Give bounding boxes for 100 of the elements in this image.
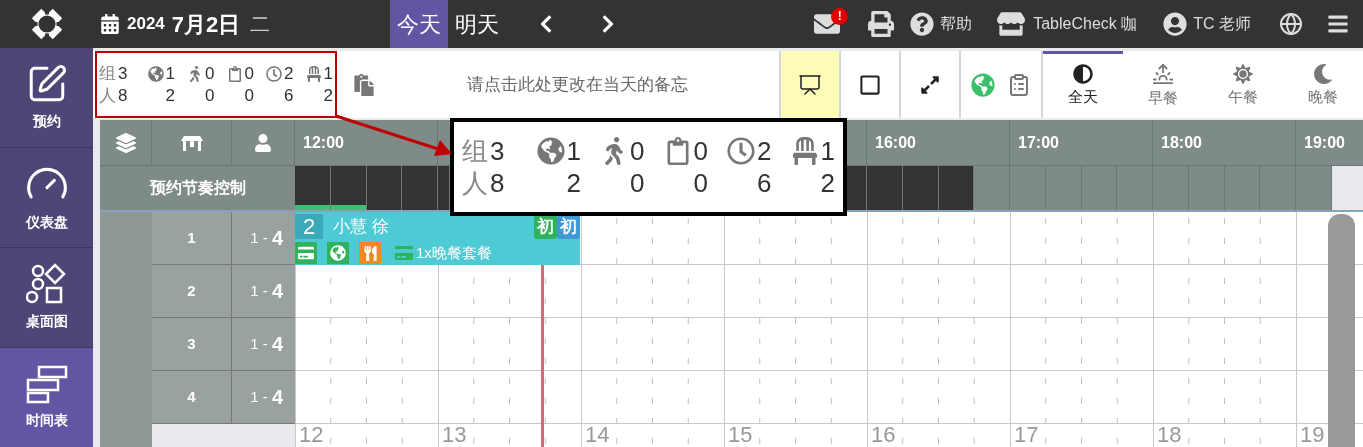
summary-count: 1 (566, 134, 581, 167)
pacing-slot[interactable] (438, 166, 450, 210)
view-toggle[interactable] (779, 51, 839, 118)
summary-count: 3 (490, 134, 505, 167)
capacity-max: 4 (271, 226, 283, 251)
mail-icon[interactable] (814, 11, 841, 37)
capacity-min: 1 - (250, 280, 268, 301)
memo-icon[interactable] (353, 73, 375, 96)
table-number: 4 (152, 371, 232, 424)
print-icon[interactable] (868, 11, 895, 37)
user-link[interactable]: TC 老师 (1163, 12, 1251, 36)
table-number: 2 (152, 265, 232, 318)
store-icon (997, 10, 1026, 38)
clipboard-icon (226, 65, 243, 82)
day-button[interactable]: 明天 (448, 0, 507, 48)
sunrise-icon (1152, 62, 1174, 85)
summary-count: 1 (165, 63, 175, 85)
pacing-slot[interactable] (330, 166, 367, 210)
pacing-slot[interactable] (938, 166, 975, 210)
calendar-icon[interactable] (100, 14, 120, 34)
summary-count: 2 (820, 167, 835, 200)
summary-count: 0 (630, 167, 645, 200)
shapes-icon (25, 263, 68, 305)
clipboard-icon[interactable] (1007, 72, 1031, 97)
table-number: 1 (152, 212, 232, 265)
pacing-slot[interactable] (902, 166, 939, 210)
hour-watermark: 12 (298, 424, 325, 446)
tag: 初 (557, 214, 580, 239)
pacing-slot[interactable] (402, 166, 438, 210)
summary-label: 人 (99, 84, 116, 106)
summary-count: 2 (323, 84, 333, 106)
help-link[interactable]: 帮助 (910, 12, 973, 36)
easel-icon (798, 72, 822, 97)
summary-label: 组 (462, 134, 488, 167)
summary-count: 0 (244, 84, 254, 106)
capacity-min: 1 - (250, 333, 268, 354)
pacing-slot[interactable] (867, 166, 903, 210)
pacing-slot[interactable] (847, 166, 867, 210)
pacing-slot[interactable] (295, 166, 331, 210)
expand-icon (920, 74, 940, 95)
course-name: 1x晚餐套餐 (416, 242, 492, 263)
summary-count: 1 (323, 63, 333, 85)
date-year: 2024 (127, 13, 165, 36)
summary-count: 0 (205, 63, 215, 85)
summary-count: 0 (630, 134, 645, 167)
meal-tab[interactable]: 午餐 (1203, 51, 1283, 118)
meal-tab[interactable]: 晚餐 (1283, 51, 1363, 118)
hour-watermark: 13 (441, 424, 468, 446)
clock-icon (266, 65, 283, 82)
person-icon[interactable] (254, 133, 272, 152)
summary-count: 0 (693, 167, 708, 200)
summary-count: 1 (820, 134, 835, 167)
hour-watermark: 14 (584, 424, 611, 446)
hour-watermark: 16 (870, 424, 897, 446)
sun-icon (1233, 63, 1253, 84)
globe-icon[interactable] (1279, 12, 1303, 36)
hour-watermark: 18 (1156, 424, 1183, 446)
summary-count: 0 (205, 84, 215, 106)
summary-count: 2 (566, 167, 581, 200)
capacity-max: 4 (271, 279, 283, 304)
summary-count: 0 (244, 63, 254, 85)
summary-count: 8 (490, 167, 505, 200)
hour-watermark: 15 (727, 424, 754, 446)
date-weekday: 二 (250, 12, 271, 37)
nav-item[interactable]: 时间表 (0, 348, 93, 447)
card-icon (395, 244, 413, 262)
pacing-label: 预约节奏控制 (100, 166, 295, 210)
hour-label: 12:00 (303, 132, 344, 153)
summary-count: 6 (284, 84, 294, 106)
chair-icon (305, 65, 322, 82)
summary-count: 3 (118, 63, 128, 85)
scrollbar[interactable] (1328, 214, 1355, 447)
table-icon[interactable] (180, 133, 203, 152)
summary-count: 8 (118, 84, 128, 106)
moon-icon (1313, 63, 1333, 84)
alert-badge: ! (831, 7, 849, 25)
summary-count: 2 (165, 84, 175, 106)
hour-label: 16:00 (875, 132, 916, 153)
menu-icon[interactable] (1327, 13, 1349, 35)
summary-count: 2 (757, 134, 772, 167)
table-number: 3 (152, 318, 232, 371)
globe-icon (147, 65, 164, 82)
hour-watermark: 19 (1299, 424, 1326, 446)
memo-field[interactable]: 请点击此处更改在当天的备忘 (385, 71, 769, 98)
hour-label: 18:00 (1161, 132, 1202, 153)
day-button[interactable]: 今天 (390, 0, 449, 48)
summary-label: 组 (99, 63, 116, 85)
utensils-icon (359, 242, 381, 264)
capacity-max: 4 (271, 385, 283, 410)
meal-tab[interactable]: 早餐 (1123, 51, 1203, 118)
pacing-slot[interactable] (366, 166, 403, 210)
capacity-min: 1 - (250, 386, 268, 407)
timeline-icon (24, 364, 69, 404)
layers-icon[interactable] (115, 132, 136, 153)
summary-count: 2 (284, 63, 294, 85)
hour-watermark: 17 (1013, 424, 1040, 446)
summary-count: 6 (757, 167, 772, 200)
globe-icon (327, 242, 349, 264)
party-size: 2 (295, 214, 323, 239)
store-link[interactable]: TableCheck 咖 (997, 10, 1138, 38)
